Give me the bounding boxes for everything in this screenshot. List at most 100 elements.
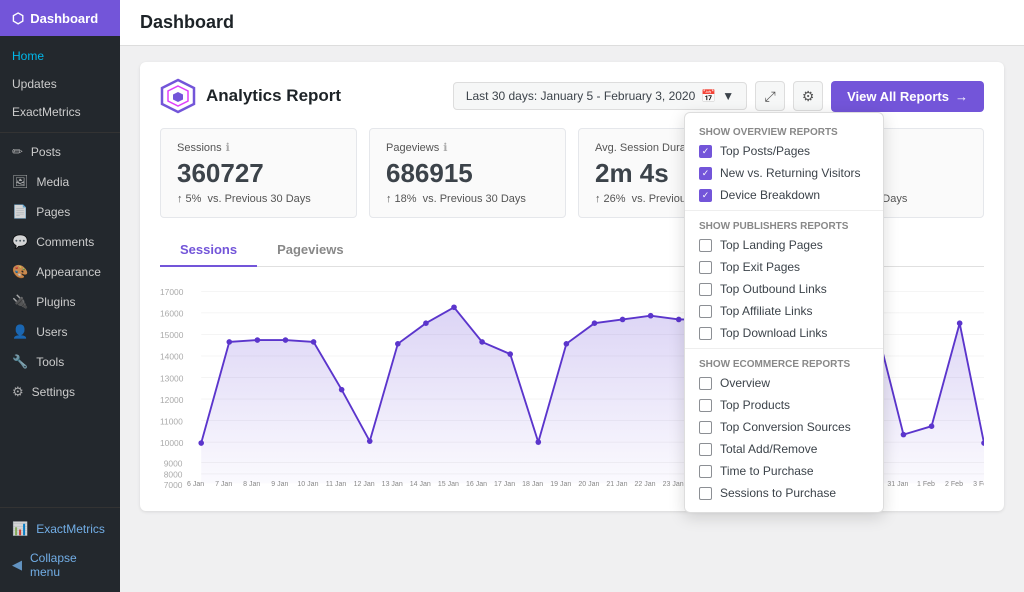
analytics-controls: Last 30 days: January 5 - February 3, 20… <box>453 81 984 112</box>
dropdown-sessions-to-purchase[interactable]: Sessions to Purchase <box>685 482 883 504</box>
dropdown-top-affiliate[interactable]: Top Affiliate Links <box>685 300 883 322</box>
sidebar-item-appearance[interactable]: 🎨 Appearance <box>0 257 120 287</box>
sidebar-item-users[interactable]: 👤 Users <box>0 317 120 347</box>
device-breakdown-label: Device Breakdown <box>720 188 820 202</box>
ecommerce-section-label: Show eCommerce Reports <box>685 353 883 372</box>
dropdown-top-posts[interactable]: ✓ Top Posts/Pages <box>685 140 883 162</box>
publishers-section-label: Show Publishers Reports <box>685 215 883 234</box>
view-all-reports-button[interactable]: View All Reports → <box>831 81 984 112</box>
sidebar-item-home[interactable]: Home <box>0 42 120 70</box>
svg-text:12000: 12000 <box>160 395 184 405</box>
sidebar-item-pages[interactable]: 📄 Pages <box>0 197 120 227</box>
sidebar-item-exactmetrics[interactable]: 📊 ExactMetrics <box>0 514 120 544</box>
svg-text:17 Jan: 17 Jan <box>494 481 515 488</box>
settings-icon: ⚙ <box>12 384 24 400</box>
users-label: Users <box>36 325 67 339</box>
checkbox-top-landing[interactable] <box>699 239 712 252</box>
svg-text:2 Feb: 2 Feb <box>945 481 963 488</box>
analytics-header: Analytics Report Last 30 days: January 5… <box>160 78 984 114</box>
checkbox-time-to-purchase[interactable] <box>699 465 712 478</box>
sessions-info-icon[interactable]: ℹ <box>226 141 230 154</box>
svg-text:16000: 16000 <box>160 309 184 319</box>
tab-sessions[interactable]: Sessions <box>160 234 257 267</box>
svg-text:19 Jan: 19 Jan <box>550 481 571 488</box>
ecom-overview-label: Overview <box>720 376 770 390</box>
svg-text:16 Jan: 16 Jan <box>466 481 487 488</box>
pageviews-change: ↑ 18% vs. Previous 30 Days <box>386 193 549 205</box>
total-add-remove-label: Total Add/Remove <box>720 442 817 456</box>
svg-text:21 Jan: 21 Jan <box>606 481 627 488</box>
sidebar-item-comments[interactable]: 💬 Comments <box>0 227 120 257</box>
svg-text:1 Feb: 1 Feb <box>917 481 935 488</box>
pageviews-label: Pageviews ℹ <box>386 141 549 154</box>
tools-icon: 🔧 <box>12 354 28 370</box>
top-products-label: Top Products <box>720 398 790 412</box>
dropdown-top-outbound[interactable]: Top Outbound Links <box>685 278 883 300</box>
checkbox-top-outbound[interactable] <box>699 283 712 296</box>
sidebar-item-plugins[interactable]: 🔌 Plugins <box>0 287 120 317</box>
plugins-label: Plugins <box>36 295 75 309</box>
pageviews-info-icon[interactable]: ℹ <box>443 141 447 154</box>
dropdown-top-products[interactable]: Top Products <box>685 394 883 416</box>
divider-2 <box>685 348 883 349</box>
collapse-label: Collapse menu <box>30 551 108 579</box>
sidebar-section-main: ✏ Posts 🖼 Media 📄 Pages 💬 Comments 🎨 App… <box>0 133 120 411</box>
checkbox-top-products[interactable] <box>699 399 712 412</box>
sessions-change-pct: ↑ 5% <box>177 193 201 205</box>
sidebar-header[interactable]: ⬡ Dashboard <box>0 0 120 36</box>
checkbox-top-download[interactable] <box>699 327 712 340</box>
media-label: Media <box>37 175 70 189</box>
dropdown-top-conversion[interactable]: Top Conversion Sources <box>685 416 883 438</box>
dropdown-overview[interactable]: Overview <box>685 372 883 394</box>
svg-text:12 Jan: 12 Jan <box>354 481 375 488</box>
checkbox-top-posts[interactable]: ✓ <box>699 145 712 158</box>
dropdown-new-returning[interactable]: ✓ New vs. Returning Visitors <box>685 162 883 184</box>
dropdown-top-download[interactable]: Top Download Links <box>685 322 883 344</box>
sidebar-item-media[interactable]: 🖼 Media <box>0 167 120 197</box>
sidebar-header-label: Dashboard <box>30 11 98 26</box>
sidebar-item-settings[interactable]: ⚙ Settings <box>0 377 120 407</box>
top-exit-label: Top Exit Pages <box>720 260 800 274</box>
svg-text:11000: 11000 <box>160 416 183 426</box>
comments-label: Comments <box>36 235 94 249</box>
checkbox-device-breakdown[interactable]: ✓ <box>699 189 712 202</box>
checkbox-top-conversion[interactable] <box>699 421 712 434</box>
sidebar-item-posts[interactable]: ✏ Posts <box>0 137 120 167</box>
expand-button[interactable]: ⤢ <box>755 81 785 111</box>
svg-text:8000: 8000 <box>164 470 183 480</box>
pages-label: Pages <box>36 205 70 219</box>
checkbox-top-exit[interactable] <box>699 261 712 274</box>
checkbox-top-affiliate[interactable] <box>699 305 712 318</box>
dropdown-time-to-purchase[interactable]: Time to Purchase <box>685 460 883 482</box>
analytics-card: Analytics Report Last 30 days: January 5… <box>140 62 1004 511</box>
sidebar-collapse-menu[interactable]: ◀ Collapse menu <box>0 544 120 586</box>
checkbox-new-returning[interactable]: ✓ <box>699 167 712 180</box>
svg-text:6 Jan: 6 Jan <box>187 481 204 488</box>
checkbox-total-add-remove[interactable] <box>699 443 712 456</box>
dropdown-total-add-remove[interactable]: Total Add/Remove <box>685 438 883 460</box>
sidebar-item-exactmetrics-top[interactable]: ExactMetrics <box>0 98 120 126</box>
tab-pageviews[interactable]: Pageviews <box>257 234 364 267</box>
settings-gear-button[interactable]: ⚙ <box>793 81 823 111</box>
posts-label: Posts <box>31 145 61 159</box>
svg-text:10000: 10000 <box>160 438 184 448</box>
sidebar-item-tools[interactable]: 🔧 Tools <box>0 347 120 377</box>
svg-text:15 Jan: 15 Jan <box>438 481 459 488</box>
calendar-icon: 📅 <box>701 89 716 103</box>
dropdown-device-breakdown[interactable]: ✓ Device Breakdown <box>685 184 883 206</box>
dropdown-top-exit[interactable]: Top Exit Pages <box>685 256 883 278</box>
exactmetrics-top-label: ExactMetrics <box>12 105 81 119</box>
sessions-change: ↑ 5% vs. Previous 30 Days <box>177 193 340 205</box>
checkbox-sessions-to-purchase[interactable] <box>699 487 712 500</box>
sidebar-item-updates[interactable]: Updates <box>0 70 120 98</box>
dropdown-top-landing[interactable]: Top Landing Pages <box>685 234 883 256</box>
media-icon: 🖼 <box>12 174 29 190</box>
sessions-label: Sessions ℹ <box>177 141 340 154</box>
top-conversion-label: Top Conversion Sources <box>720 420 851 434</box>
analytics-title: Analytics Report <box>206 86 341 106</box>
sidebar-footer: 📊 ExactMetrics ◀ Collapse menu <box>0 507 120 592</box>
checkbox-overview[interactable] <box>699 377 712 390</box>
stat-sessions: Sessions ℹ 360727 ↑ 5% vs. Previous 30 D… <box>160 128 357 218</box>
date-range-text: Last 30 days: January 5 - February 3, 20… <box>466 89 695 103</box>
date-range-button[interactable]: Last 30 days: January 5 - February 3, 20… <box>453 82 747 110</box>
